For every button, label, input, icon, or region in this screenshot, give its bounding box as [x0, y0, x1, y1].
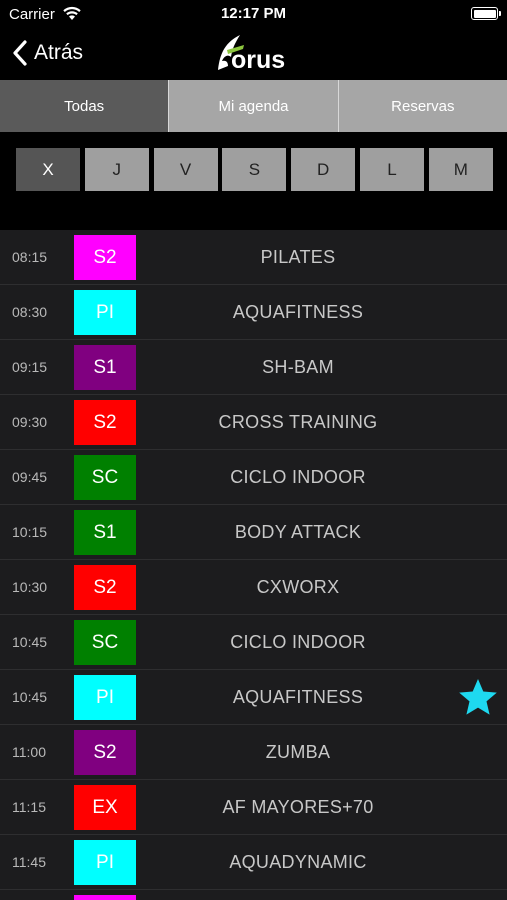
class-row[interactable]: 10:45 SC CICLO INDOOR [0, 615, 507, 670]
day-button[interactable]: L [360, 148, 424, 191]
class-time: 11:45 [12, 854, 46, 870]
class-row[interactable]: 10:30 S2 CXWORX [0, 560, 507, 615]
day-selector: XJVSDLM [0, 132, 507, 230]
class-time: 08:15 [12, 249, 48, 265]
room-badge: PI [74, 840, 136, 885]
room-badge [74, 895, 136, 900]
class-row[interactable]: 09:45 SC CICLO INDOOR [0, 450, 507, 505]
class-name: CXWORX [256, 577, 340, 597]
status-time: 12:17 PM [220, 5, 287, 22]
class-time: 11:15 [12, 799, 46, 815]
class-time: 09:30 [12, 414, 48, 430]
favorite-star-icon[interactable] [458, 678, 498, 716]
room-badge: SC [74, 455, 136, 500]
class-time: 10:30 [12, 579, 48, 595]
filter-segmented-control: Todas Mi agenda Reservas [0, 80, 507, 132]
class-row[interactable]: 08:15 S2 PILATES [0, 230, 507, 285]
class-time: 10:45 [12, 689, 48, 705]
class-schedule-list[interactable]: 08:15 S2 PILATES 08:30 PI AQUAFITNESS 09:15 S1 S… [0, 230, 507, 900]
room-badge: S2 [74, 730, 136, 775]
room-badge: PI [74, 290, 136, 335]
back-button[interactable]: Atrás [12, 36, 83, 70]
room-badge: S2 [74, 235, 136, 280]
status-bar: Carrier 12:17 PM [0, 0, 507, 28]
class-time: 11:00 [12, 744, 46, 760]
class-name: BODY ATTACK [234, 522, 362, 542]
class-row[interactable]: 10:15 S1 BODY ATTACK [0, 505, 507, 560]
day-button[interactable]: D [291, 148, 356, 191]
class-name: AF MAYORES+70 [222, 797, 374, 817]
svg-text:orus: orus [231, 46, 285, 74]
battery-icon [471, 7, 501, 20]
class-time: 08:30 [12, 304, 48, 320]
class-name: ZUMBA [265, 742, 331, 762]
class-row[interactable]: 11:00 S2 ZUMBA [0, 725, 507, 780]
class-row[interactable]: 11:15 EX AF MAYORES+70 [0, 780, 507, 835]
navigation-bar: Atrás orus [0, 28, 507, 80]
forus-logo: orus [218, 35, 285, 74]
room-badge: S1 [74, 345, 136, 390]
class-row[interactable] [0, 890, 507, 900]
class-name [140, 890, 456, 900]
room-badge: S1 [74, 510, 136, 555]
class-name: SH-BAM [262, 357, 334, 377]
room-badge: SC [74, 620, 136, 665]
room-badge: S2 [74, 565, 136, 610]
class-row[interactable]: 09:30 S2 CROSS TRAINING [0, 395, 507, 450]
class-row[interactable]: 09:15 S1 SH-BAM [0, 340, 507, 395]
day-button[interactable]: J [84, 148, 149, 191]
class-name: CICLO INDOOR [230, 632, 366, 652]
class-time: 10:45 [12, 634, 48, 650]
class-time: 10:15 [12, 524, 48, 540]
room-badge: S2 [74, 400, 136, 445]
class-name: AQUAFITNESS [232, 687, 364, 707]
class-name: AQUAFITNESS [232, 302, 364, 322]
class-time: 09:15 [12, 359, 48, 375]
class-time: 09:45 [12, 469, 48, 485]
day-button[interactable]: S [222, 148, 287, 191]
chevron-left-icon [13, 40, 27, 66]
segment-todas[interactable]: Todas [0, 80, 169, 132]
room-badge: EX [74, 785, 136, 830]
class-name: CICLO INDOOR [230, 467, 366, 487]
day-button[interactable]: V [153, 148, 218, 191]
day-button[interactable]: M [428, 148, 493, 191]
back-button-label: Atrás [34, 41, 84, 64]
segment-mi-agenda[interactable]: Mi agenda [168, 80, 338, 132]
class-row[interactable]: 11:45 PI AQUADYNAMIC [0, 835, 507, 890]
class-name: PILATES [260, 247, 336, 267]
class-name: CROSS TRAINING [218, 412, 378, 432]
segment-reservas[interactable]: Reservas [337, 80, 507, 132]
class-row[interactable]: 08:30 PI AQUAFITNESS [0, 285, 507, 340]
class-name: AQUADYNAMIC [229, 852, 367, 872]
room-badge: PI [74, 675, 136, 720]
class-row[interactable]: 10:45 PI AQUAFITNESS [0, 670, 507, 725]
day-button[interactable]: X [16, 148, 80, 191]
